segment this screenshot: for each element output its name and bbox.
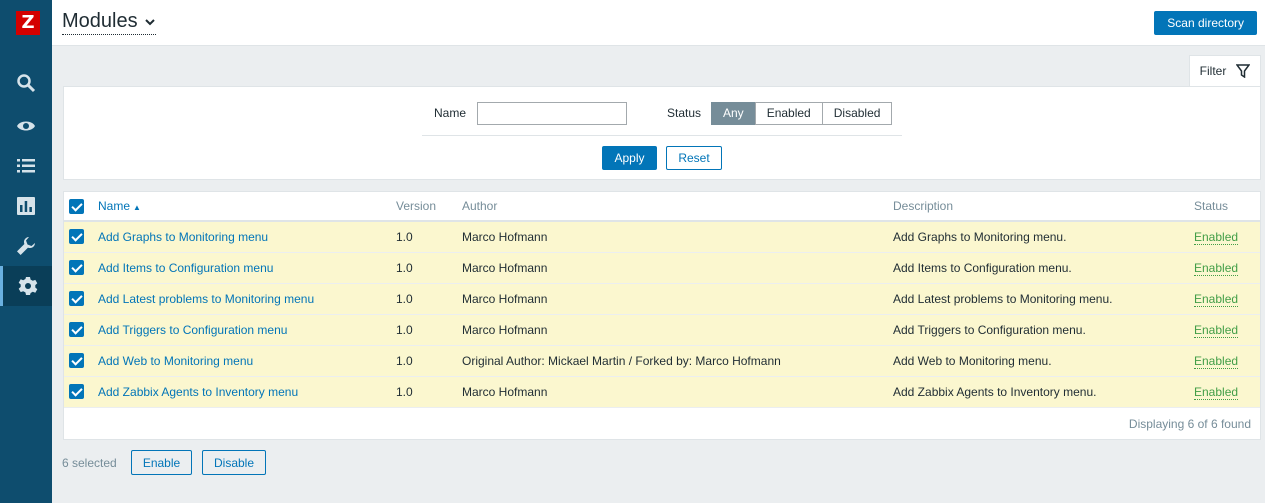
scan-directory-button[interactable]: Scan directory <box>1154 11 1257 35</box>
disable-button[interactable]: Disable <box>202 450 266 475</box>
search-icon[interactable] <box>0 63 52 103</box>
module-version: 1.0 <box>396 345 462 377</box>
module-description: Add Web to Monitoring menu. <box>893 345 1194 377</box>
module-status-link[interactable]: Enabled <box>1194 384 1239 400</box>
sidebar: Z <box>0 0 52 503</box>
table-row: Add Graphs to Monitoring menu 1.0 Marco … <box>64 221 1260 253</box>
column-name-label: Name <box>98 199 131 213</box>
modules-table: Name ▲ Version Author Description Status … <box>64 192 1260 408</box>
apply-button[interactable]: Apply <box>602 146 657 170</box>
row-checkbox[interactable] <box>69 260 84 276</box>
eye-icon[interactable] <box>0 106 52 146</box>
table-header-row: Name ▲ Version Author Description Status <box>64 192 1260 222</box>
module-name-link[interactable]: Add Triggers to Configuration menu <box>98 323 287 337</box>
module-author: Marco Hofmann <box>462 314 893 346</box>
wrench-icon[interactable] <box>0 226 52 266</box>
module-status-link[interactable]: Enabled <box>1194 229 1239 245</box>
status-option-disabled[interactable]: Disabled <box>821 102 893 125</box>
filter-tab-label: Filter <box>1199 64 1227 78</box>
module-description: Add Zabbix Agents to Inventory menu. <box>893 376 1194 408</box>
module-name-link[interactable]: Add Latest problems to Monitoring menu <box>98 292 314 306</box>
module-version: 1.0 <box>396 252 462 284</box>
filter-tab[interactable]: Filter <box>1189 55 1261 86</box>
row-checkbox[interactable] <box>69 353 84 369</box>
zabbix-logo[interactable]: Z <box>16 11 40 35</box>
module-version: 1.0 <box>396 221 462 253</box>
module-version: 1.0 <box>396 314 462 346</box>
module-name-link[interactable]: Add Graphs to Monitoring menu <box>98 230 268 244</box>
module-author: Marco Hofmann <box>462 252 893 284</box>
module-description: Add Items to Configuration menu. <box>893 252 1194 284</box>
module-status-link[interactable]: Enabled <box>1194 291 1239 307</box>
filter-panel: Name Status Any Enabled Disabled Apply R… <box>63 86 1261 180</box>
module-name-link[interactable]: Add Zabbix Agents to Inventory menu <box>98 385 298 399</box>
table-row: Add Items to Configuration menu 1.0 Marc… <box>64 252 1260 284</box>
column-header-name[interactable]: Name ▲ <box>98 192 396 222</box>
column-header-description: Description <box>893 192 1194 222</box>
row-checkbox[interactable] <box>69 384 84 400</box>
page-title[interactable]: Modules <box>62 10 156 35</box>
list-icon[interactable] <box>0 146 52 186</box>
module-description: Add Triggers to Configuration menu. <box>893 314 1194 346</box>
table-row: Add Latest problems to Monitoring menu 1… <box>64 283 1260 315</box>
enable-button[interactable]: Enable <box>131 450 192 475</box>
name-filter-label: Name <box>434 106 467 120</box>
status-option-enabled[interactable]: Enabled <box>754 102 823 125</box>
chart-icon[interactable] <box>0 186 52 226</box>
module-name-link[interactable]: Add Web to Monitoring menu <box>98 354 253 368</box>
module-status-link[interactable]: Enabled <box>1194 353 1239 369</box>
column-header-status: Status <box>1194 192 1260 222</box>
column-header-version: Version <box>396 192 462 222</box>
select-all-checkbox[interactable] <box>69 198 84 214</box>
module-author: Marco Hofmann <box>462 221 893 253</box>
module-description: Add Graphs to Monitoring menu. <box>893 221 1194 253</box>
page-title-text: Modules <box>62 10 138 32</box>
modules-table-panel: Name ▲ Version Author Description Status … <box>63 191 1261 440</box>
module-name-link[interactable]: Add Items to Configuration menu <box>98 261 273 275</box>
module-author: Marco Hofmann <box>462 376 893 408</box>
sort-ascending-icon: ▲ <box>133 203 141 212</box>
status-option-any[interactable]: Any <box>711 102 756 125</box>
table-row: Add Zabbix Agents to Inventory menu 1.0 … <box>64 376 1260 408</box>
name-filter-input[interactable] <box>477 102 627 125</box>
module-author: Original Author: Mickael Martin / Forked… <box>462 345 893 377</box>
table-footer-count: Displaying 6 of 6 found <box>1128 417 1251 431</box>
row-checkbox[interactable] <box>69 291 84 307</box>
module-version: 1.0 <box>396 376 462 408</box>
status-segmented-control: Any Enabled Disabled <box>711 102 893 125</box>
row-checkbox[interactable] <box>69 322 84 338</box>
select-all-cell <box>64 192 98 222</box>
filter-icon <box>1236 64 1251 78</box>
chevron-down-icon <box>144 18 155 25</box>
reset-button[interactable]: Reset <box>666 146 722 170</box>
selected-count: 6 selected <box>62 456 117 470</box>
module-description: Add Latest problems to Monitoring menu. <box>893 283 1194 315</box>
gear-icon[interactable] <box>0 266 52 306</box>
table-row: Add Triggers to Configuration menu 1.0 M… <box>64 314 1260 346</box>
page-header: Modules Scan directory <box>52 0 1265 46</box>
status-filter-label: Status <box>667 106 702 120</box>
module-status-link[interactable]: Enabled <box>1194 260 1239 276</box>
filter-divider <box>422 135 902 136</box>
column-header-author: Author <box>462 192 893 222</box>
module-version: 1.0 <box>396 283 462 315</box>
module-status-link[interactable]: Enabled <box>1194 322 1239 338</box>
table-row: Add Web to Monitoring menu 1.0 Original … <box>64 345 1260 377</box>
module-author: Marco Hofmann <box>462 283 893 315</box>
row-checkbox[interactable] <box>69 229 84 245</box>
